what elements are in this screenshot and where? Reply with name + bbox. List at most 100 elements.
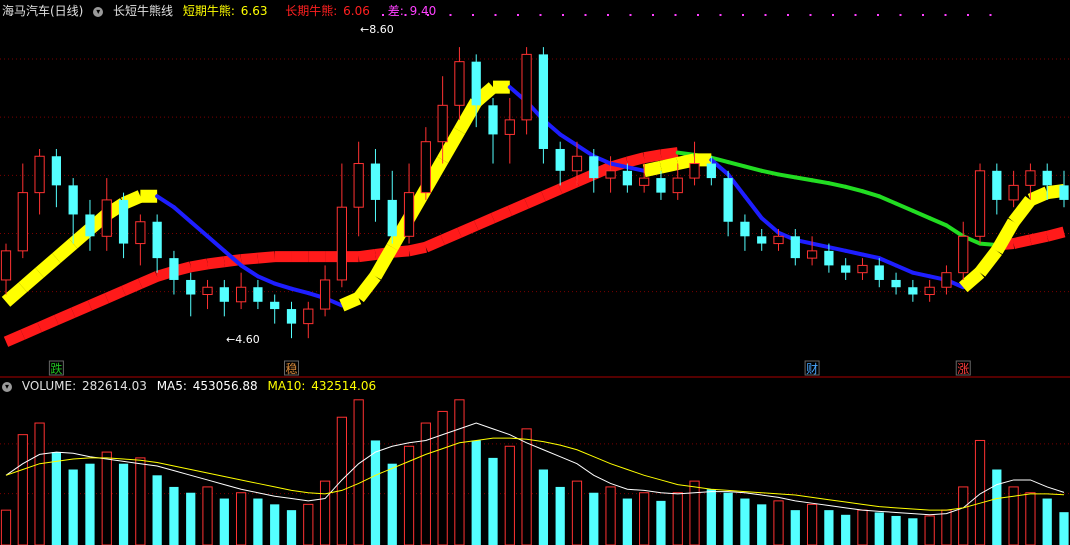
candle[interactable] (169, 250, 179, 295)
volume-bar[interactable] (135, 457, 146, 545)
volume-bar[interactable] (0, 509, 12, 545)
candle[interactable] (17, 163, 28, 259)
candle[interactable] (303, 301, 314, 339)
volume-bar[interactable] (101, 451, 112, 545)
candle[interactable] (857, 258, 868, 280)
candle[interactable] (319, 265, 331, 317)
volume-bar[interactable] (740, 498, 750, 545)
volume-bar[interactable] (51, 452, 61, 545)
candle[interactable] (101, 178, 112, 251)
volume-bar[interactable] (941, 509, 952, 545)
volume-bar[interactable] (253, 498, 263, 545)
candle[interactable] (353, 141, 364, 237)
volume-bar[interactable] (639, 492, 650, 545)
volume-bar[interactable] (908, 518, 918, 545)
volume-bar[interactable] (1042, 498, 1052, 545)
candle[interactable] (286, 301, 297, 339)
candle[interactable] (219, 279, 229, 317)
volume-bar[interactable] (672, 492, 683, 545)
candle[interactable] (0, 243, 12, 295)
candle[interactable] (488, 98, 498, 164)
volume-bar[interactable] (974, 439, 986, 545)
candle[interactable] (790, 229, 800, 266)
volume-bar[interactable] (605, 486, 616, 545)
candle[interactable] (992, 163, 1002, 215)
volume-bar[interactable] (169, 486, 179, 545)
candle[interactable] (51, 148, 61, 208)
volume-bar[interactable] (235, 492, 247, 545)
volume-bar[interactable] (824, 510, 834, 545)
candle[interactable] (135, 214, 146, 266)
volume-bar[interactable] (757, 504, 767, 545)
volume-bar[interactable] (85, 463, 95, 545)
candle[interactable] (336, 163, 347, 288)
volume-bar[interactable] (68, 469, 78, 545)
volume-bar[interactable] (319, 480, 331, 545)
volume-bar[interactable] (488, 457, 498, 545)
candle[interactable] (941, 265, 952, 295)
volume-bar[interactable] (706, 489, 716, 545)
volume-bar[interactable] (891, 515, 901, 545)
candle[interactable] (689, 141, 700, 186)
volume-bar[interactable] (34, 422, 45, 545)
chevron-down-icon[interactable]: ▾ (2, 381, 12, 392)
volume-bar[interactable] (521, 428, 532, 545)
candle[interactable] (152, 214, 162, 273)
volume-bar[interactable] (270, 504, 280, 545)
candle[interactable] (118, 192, 129, 259)
candle[interactable] (874, 258, 884, 288)
volume-bar[interactable] (857, 509, 868, 545)
candle[interactable] (186, 272, 196, 317)
candle[interactable] (908, 279, 918, 302)
candle[interactable] (806, 236, 818, 266)
volume-bar[interactable] (992, 469, 1002, 545)
candle[interactable] (1008, 170, 1019, 208)
stock-name[interactable]: 海马汽车(日线) (2, 4, 83, 18)
volume-bar[interactable] (656, 500, 666, 545)
candle[interactable] (974, 163, 986, 244)
volume-bar[interactable] (387, 463, 397, 545)
volume-bar[interactable] (336, 416, 347, 545)
volume-bar[interactable] (806, 503, 818, 545)
candle[interactable] (924, 279, 935, 302)
indicator-name[interactable]: 长短牛熊线 (113, 4, 173, 18)
candle[interactable] (555, 141, 565, 186)
volume-bar[interactable] (841, 514, 851, 545)
volume-bar[interactable] (790, 510, 800, 545)
volume-bar[interactable] (471, 440, 481, 545)
volume-bar[interactable] (118, 463, 129, 545)
candlesticks[interactable] (0, 47, 1069, 339)
volume-bar[interactable] (773, 500, 784, 545)
candle[interactable] (757, 229, 767, 251)
candle[interactable] (740, 214, 750, 251)
candle[interactable] (454, 47, 465, 120)
candle[interactable] (387, 170, 397, 244)
volume-bar[interactable] (186, 492, 196, 545)
volume-bar[interactable] (504, 445, 515, 545)
volume-bar[interactable] (958, 486, 969, 545)
candle[interactable] (202, 279, 213, 310)
volume-bar[interactable] (571, 480, 583, 545)
candle[interactable] (1059, 170, 1069, 208)
volume-bar[interactable] (17, 434, 28, 545)
volume-bar[interactable] (924, 515, 935, 545)
volume-bar[interactable] (555, 486, 565, 545)
volume-bar[interactable] (286, 510, 297, 545)
candle[interactable] (420, 127, 431, 200)
volume-bar[interactable] (454, 399, 465, 545)
candle[interactable] (235, 272, 247, 310)
volume-bar[interactable] (1025, 492, 1036, 545)
candle[interactable] (504, 98, 515, 164)
candle[interactable] (723, 170, 733, 237)
candle[interactable] (270, 294, 280, 324)
candle[interactable] (538, 47, 549, 164)
chevron-down-icon[interactable]: ▾ (93, 6, 104, 17)
volume-bar[interactable] (538, 469, 549, 545)
volume-bar[interactable] (622, 498, 632, 545)
volume-bar[interactable] (370, 440, 381, 545)
candle[interactable] (958, 221, 969, 280)
candle[interactable] (370, 148, 381, 222)
candle[interactable] (253, 279, 263, 310)
volume-bar[interactable] (303, 503, 314, 545)
volume-bar[interactable] (219, 498, 229, 545)
